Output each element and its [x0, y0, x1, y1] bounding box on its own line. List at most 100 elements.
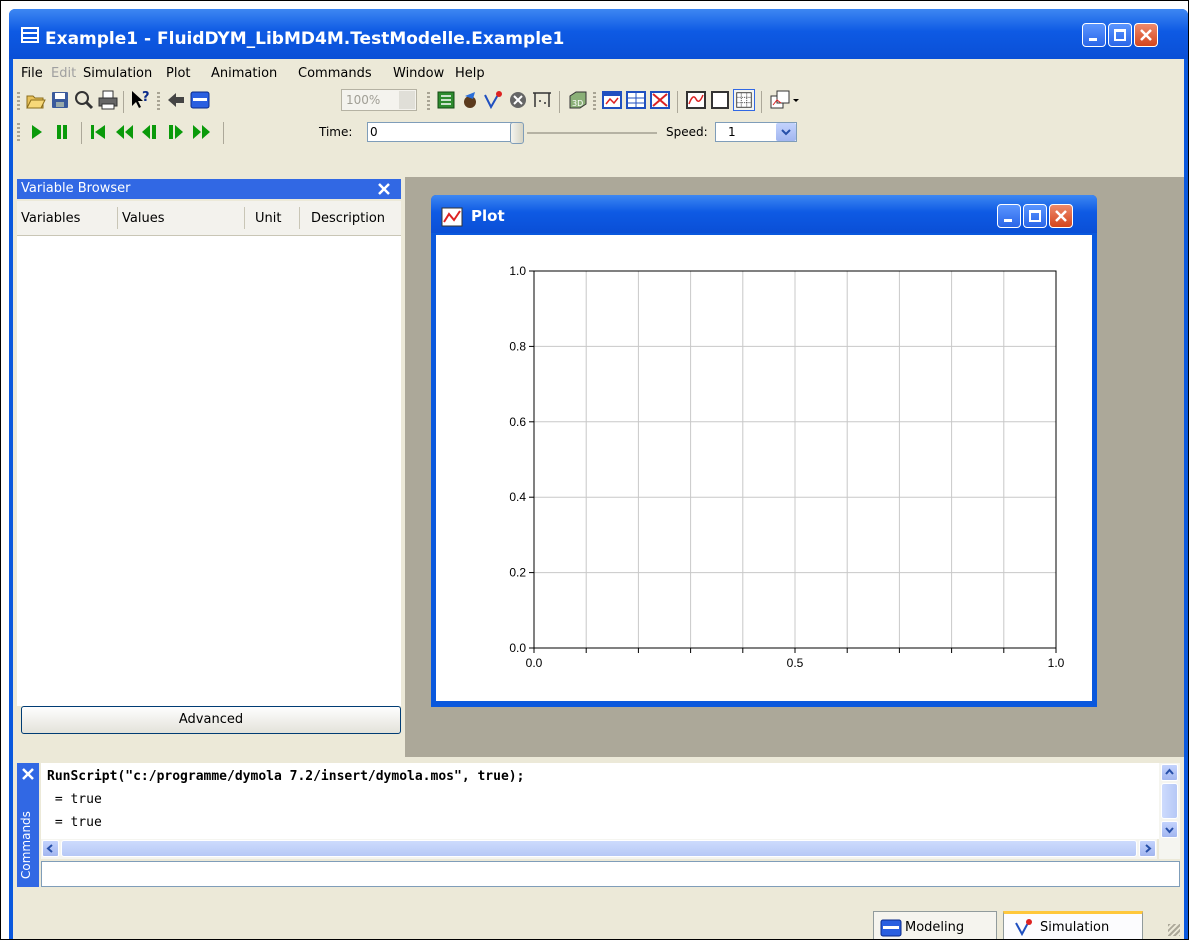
help-pointer-icon[interactable]: ? — [129, 89, 151, 111]
client-area: File Edit Simulation Plot Animation Comm… — [13, 59, 1184, 939]
variable-browser: Variable Browser Variables Values Unit D… — [17, 179, 401, 739]
reverse-icon[interactable] — [113, 121, 135, 143]
y-tick-label: 0.2 — [509, 566, 526, 580]
toolbar-grip[interactable] — [157, 92, 160, 112]
menu-bar: File Edit Simulation Plot Animation Comm… — [13, 59, 1184, 87]
column-divider[interactable] — [117, 207, 118, 229]
rewind-icon[interactable] — [87, 121, 109, 143]
time-slider-track[interactable] — [527, 132, 657, 134]
simulate-setup-icon[interactable] — [459, 89, 481, 111]
vertical-scrollbar[interactable] — [1159, 763, 1180, 859]
scroll-left-button[interactable] — [42, 840, 59, 857]
simulate-icon[interactable] — [483, 89, 505, 111]
commands-panel: Commands RunScript("c:/programme/dymola … — [17, 763, 1180, 887]
column-unit[interactable]: Unit — [255, 211, 281, 226]
chevron-down-icon[interactable] — [791, 89, 801, 111]
zoom-select[interactable]: 100% — [341, 89, 417, 111]
menu-edit[interactable]: Edit — [51, 66, 76, 81]
svg-text:3D: 3D — [572, 99, 583, 108]
maximize-button[interactable] — [1023, 204, 1047, 228]
pause-icon[interactable] — [51, 121, 73, 143]
column-divider[interactable] — [299, 207, 300, 229]
close-icon[interactable] — [21, 767, 35, 781]
resize-grip[interactable] — [1168, 924, 1180, 936]
plot-area[interactable]: 0.0 0.2 0.4 0.6 0.8 1.0 0.0 0.5 1.0 — [436, 235, 1092, 701]
menu-plot[interactable]: Plot — [166, 66, 191, 81]
back-icon[interactable] — [165, 89, 187, 111]
minimize-button[interactable] — [997, 204, 1021, 228]
column-values[interactable]: Values — [122, 211, 164, 226]
step-forward-icon[interactable] — [165, 121, 187, 143]
toolbar-grip[interactable] — [593, 92, 596, 112]
play-icon[interactable] — [25, 121, 47, 143]
maximize-button[interactable] — [1108, 23, 1132, 47]
chevron-down-icon[interactable] — [776, 123, 796, 141]
stop-icon[interactable] — [507, 89, 529, 111]
horizontal-scroll-thumb[interactable] — [61, 840, 1137, 857]
close-icon — [1055, 210, 1067, 222]
menu-animation[interactable]: Animation — [211, 66, 277, 81]
menu-file[interactable]: File — [21, 66, 43, 81]
3d-view-icon[interactable]: 3D — [567, 89, 589, 111]
rescale-icon[interactable] — [685, 89, 707, 111]
close-button[interactable] — [1134, 23, 1158, 47]
plot-title-bar[interactable]: Plot — [431, 195, 1097, 233]
toolbar-grip[interactable] — [427, 92, 430, 112]
chevron-down-icon — [399, 91, 415, 109]
new-table-icon[interactable] — [625, 89, 647, 111]
scroll-right-button[interactable] — [1139, 840, 1156, 857]
main-toolbar: ? 100% 3D — [13, 87, 1184, 117]
toolbar-grip[interactable] — [17, 123, 20, 143]
time-input[interactable]: 0 — [367, 122, 515, 142]
menu-simulation[interactable]: Simulation — [83, 66, 152, 81]
title-bar[interactable]: Example1 - FluidDYM_LibMD4M.TestModelle.… — [9, 9, 1188, 59]
menu-window[interactable]: Window — [393, 66, 444, 81]
toggle-grid-icon[interactable] — [733, 89, 755, 111]
maximize-icon — [1114, 29, 1126, 41]
fast-forward-icon[interactable] — [191, 121, 213, 143]
tab-modeling[interactable]: Modeling — [873, 911, 997, 939]
commands-sidebar-label: Commands — [19, 811, 33, 879]
column-divider[interactable] — [244, 207, 245, 229]
command-log[interactable]: RunScript("c:/programme/dymola 7.2/inser… — [41, 763, 1180, 839]
column-variables[interactable]: Variables — [21, 211, 80, 226]
svg-text:?: ? — [142, 90, 150, 105]
animation-toolbar: Time: 0 Speed: 1 — [13, 119, 1184, 147]
print-icon[interactable] — [97, 89, 119, 111]
simulation-icon — [1015, 919, 1032, 937]
translate-icon[interactable] — [435, 89, 457, 111]
zoom-out-icon[interactable] — [709, 89, 731, 111]
modeling-mode-icon[interactable] — [189, 89, 211, 111]
variable-browser-titlebar: Variable Browser — [17, 179, 401, 199]
horizontal-scrollbar[interactable] — [41, 839, 1157, 859]
tab-simulation[interactable]: Simulation — [1003, 911, 1143, 939]
step-back-icon[interactable] — [139, 121, 161, 143]
close-button[interactable] — [1049, 204, 1073, 228]
column-description[interactable]: Description — [311, 211, 385, 226]
plot-window: Plot 0.0 0.2 0.4 0.6 0.8 1.0 0.0 0.5 1.0 — [431, 195, 1097, 707]
variable-list[interactable] — [17, 236, 401, 706]
toolbar-separator — [677, 91, 678, 113]
scroll-down-button[interactable] — [1161, 821, 1178, 838]
zoom-value: 100% — [346, 93, 381, 107]
open-icon[interactable] — [25, 89, 47, 111]
linearize-icon[interactable] — [531, 89, 553, 111]
scroll-up-button[interactable] — [1161, 764, 1178, 781]
menu-commands[interactable]: Commands — [298, 66, 372, 81]
chart[interactable]: 0.0 0.2 0.4 0.6 0.8 1.0 0.0 0.5 1.0 — [436, 235, 1092, 701]
command-input[interactable] — [41, 861, 1180, 887]
minimize-button[interactable] — [1082, 23, 1106, 47]
save-icon[interactable] — [49, 89, 71, 111]
plot-setup-icon[interactable] — [769, 89, 791, 111]
plot-icon — [441, 207, 463, 227]
vertical-scroll-thumb[interactable] — [1161, 783, 1178, 819]
menu-help[interactable]: Help — [455, 66, 485, 81]
time-slider-thumb[interactable] — [510, 122, 524, 144]
toolbar-grip[interactable] — [17, 92, 20, 112]
advanced-button[interactable]: Advanced — [21, 706, 401, 734]
x-tick-label: 1.0 — [1048, 656, 1065, 670]
close-icon[interactable] — [377, 182, 391, 196]
erase-curves-icon[interactable] — [649, 89, 671, 111]
new-plot-icon[interactable] — [601, 89, 623, 111]
search-icon[interactable] — [73, 89, 95, 111]
